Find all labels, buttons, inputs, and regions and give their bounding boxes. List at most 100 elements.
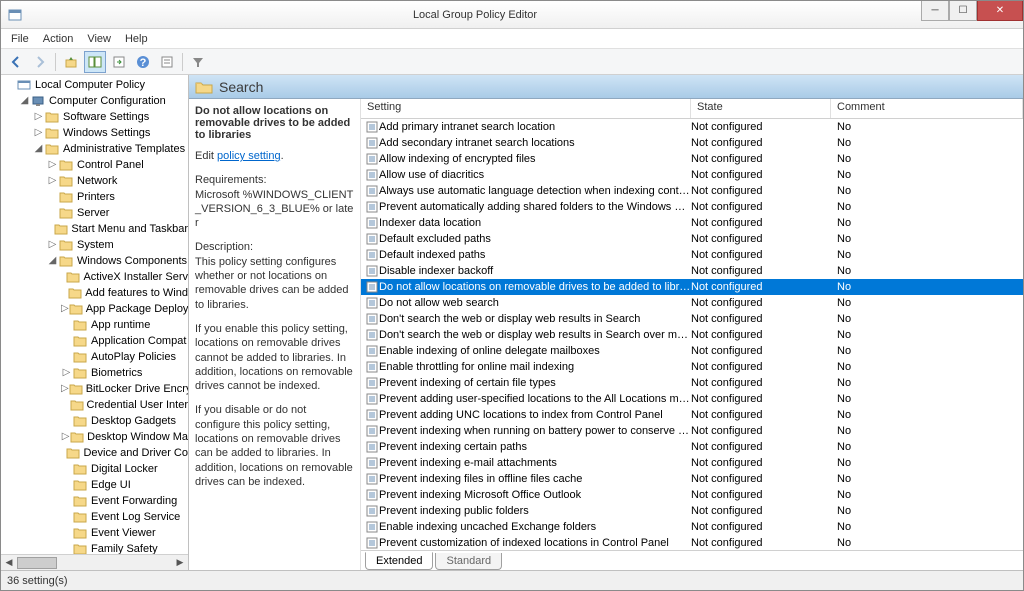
- setting-row[interactable]: Prevent automatically adding shared fold…: [361, 199, 1023, 215]
- tree-expander[interactable]: ▷: [61, 368, 72, 378]
- tree-item[interactable]: Edge UI: [1, 477, 188, 493]
- setting-row[interactable]: Default indexed pathsNot configuredNo: [361, 247, 1023, 263]
- tree-item[interactable]: ▷Network: [1, 173, 188, 189]
- tree-item[interactable]: Credential User Inter: [1, 397, 188, 413]
- tree-item[interactable]: Event Log Service: [1, 509, 188, 525]
- list-body[interactable]: Add primary intranet search location Not …: [361, 119, 1023, 550]
- close-button[interactable]: ✕: [977, 1, 1023, 21]
- setting-state: Not configured: [691, 265, 831, 277]
- tree-expander[interactable]: ▷: [47, 160, 58, 170]
- col-setting[interactable]: Setting: [361, 99, 691, 118]
- tree-item[interactable]: ▷Control Panel: [1, 157, 188, 173]
- setting-row[interactable]: Add primary intranet search locationNot …: [361, 119, 1023, 135]
- folder-open-icon: [195, 80, 213, 94]
- menu-action[interactable]: Action: [37, 31, 80, 47]
- tree-item[interactable]: Server: [1, 205, 188, 221]
- tree-item[interactable]: Digital Locker: [1, 461, 188, 477]
- export-button[interactable]: [108, 51, 130, 73]
- setting-row[interactable]: Enable indexing of online delegate mailb…: [361, 343, 1023, 359]
- list-header: Setting State Comment: [361, 99, 1023, 119]
- tree[interactable]: Local Computer Policy◢Computer Configura…: [1, 75, 188, 554]
- tree-item[interactable]: ▷App Package Deploy: [1, 301, 188, 317]
- filter-button[interactable]: [187, 51, 209, 73]
- tree-expander[interactable]: ▷: [61, 304, 69, 314]
- tree-item[interactable]: ▷Desktop Window Ma: [1, 429, 188, 445]
- setting-icon: [361, 121, 379, 133]
- minimize-button[interactable]: ─: [921, 1, 949, 21]
- tab-extended[interactable]: Extended: [365, 552, 433, 570]
- tree-expander[interactable]: ▷: [33, 112, 44, 122]
- setting-row[interactable]: Do not allow web searchNot configuredNo: [361, 295, 1023, 311]
- setting-name: Add primary intranet search location: [379, 121, 691, 133]
- tree-item[interactable]: ActiveX Installer Serv: [1, 269, 188, 285]
- setting-row[interactable]: Prevent indexing certain pathsNot config…: [361, 439, 1023, 455]
- tree-item[interactable]: Event Forwarding: [1, 493, 188, 509]
- setting-row[interactable]: Prevent customization of indexed locatio…: [361, 535, 1023, 550]
- setting-row[interactable]: Disable indexer backoffNot configuredNo: [361, 263, 1023, 279]
- back-button[interactable]: [5, 51, 27, 73]
- show-tree-button[interactable]: [84, 51, 106, 73]
- tree-item[interactable]: App runtime: [1, 317, 188, 333]
- setting-row[interactable]: Prevent indexing when running on battery…: [361, 423, 1023, 439]
- up-button[interactable]: [60, 51, 82, 73]
- edit-policy-link[interactable]: policy setting: [217, 150, 281, 162]
- tree-expander[interactable]: ▷: [47, 240, 58, 250]
- setting-row[interactable]: Prevent indexing of certain file typesNo…: [361, 375, 1023, 391]
- tree-expander[interactable]: ◢: [47, 256, 58, 266]
- tree-item[interactable]: AutoPlay Policies: [1, 349, 188, 365]
- setting-row[interactable]: Prevent adding user-specified locations …: [361, 391, 1023, 407]
- help-button[interactable]: ?: [132, 51, 154, 73]
- menu-file[interactable]: File: [5, 31, 35, 47]
- forward-button[interactable]: [29, 51, 51, 73]
- setting-row[interactable]: Add secondary intranet search locationsN…: [361, 135, 1023, 151]
- tree-item[interactable]: Desktop Gadgets: [1, 413, 188, 429]
- tree-item[interactable]: Local Computer Policy: [1, 77, 188, 93]
- setting-row[interactable]: Prevent indexing e-mail attachmentsNot c…: [361, 455, 1023, 471]
- tree-expander[interactable]: ▷: [47, 176, 58, 186]
- setting-row[interactable]: Allow use of diacriticsNot configuredNo: [361, 167, 1023, 183]
- setting-row[interactable]: Do not allow locations on removable driv…: [361, 279, 1023, 295]
- tree-item[interactable]: Start Menu and Taskbar: [1, 221, 188, 237]
- tree-item[interactable]: Application Compat: [1, 333, 188, 349]
- setting-row[interactable]: Enable throttling for online mail indexi…: [361, 359, 1023, 375]
- tree-item[interactable]: ▷Software Settings: [1, 109, 188, 125]
- setting-row[interactable]: Prevent indexing public foldersNot confi…: [361, 503, 1023, 519]
- tree-item[interactable]: ▷BitLocker Drive Encry: [1, 381, 188, 397]
- tab-standard[interactable]: Standard: [435, 553, 502, 570]
- tree-item[interactable]: Event Viewer: [1, 525, 188, 541]
- setting-row[interactable]: Enable indexing uncached Exchange folder…: [361, 519, 1023, 535]
- maximize-button[interactable]: ☐: [949, 1, 977, 21]
- svg-text:?: ?: [140, 57, 147, 69]
- tree-item[interactable]: ◢Windows Components: [1, 253, 188, 269]
- tree-expander[interactable]: ▷: [33, 128, 44, 138]
- tree-item[interactable]: ◢Computer Configuration: [1, 93, 188, 109]
- menu-view[interactable]: View: [81, 31, 117, 47]
- setting-row[interactable]: Don't search the web or display web resu…: [361, 311, 1023, 327]
- tree-expander[interactable]: ◢: [33, 144, 44, 154]
- menu-help[interactable]: Help: [119, 31, 154, 47]
- col-state[interactable]: State: [691, 99, 831, 118]
- tree-hscrollbar[interactable]: ◀ ▶: [1, 554, 188, 570]
- col-comment[interactable]: Comment: [831, 99, 1023, 118]
- tree-item[interactable]: Add features to Wind: [1, 285, 188, 301]
- setting-row[interactable]: Allow indexing of encrypted filesNot con…: [361, 151, 1023, 167]
- tree-item[interactable]: ▷Biometrics: [1, 365, 188, 381]
- tree-item[interactable]: ◢Administrative Templates: [1, 141, 188, 157]
- setting-row[interactable]: Prevent adding UNC locations to index fr…: [361, 407, 1023, 423]
- setting-row[interactable]: Don't search the web or display web resu…: [361, 327, 1023, 343]
- setting-row[interactable]: Prevent indexing files in offline files …: [361, 471, 1023, 487]
- tree-item[interactable]: ▷System: [1, 237, 188, 253]
- setting-row[interactable]: Always use automatic language detection …: [361, 183, 1023, 199]
- tree-item[interactable]: Family Safety: [1, 541, 188, 554]
- setting-name: Prevent indexing files in offline files …: [379, 473, 691, 485]
- tree-expander[interactable]: ▷: [61, 432, 70, 442]
- tree-expander[interactable]: ◢: [19, 96, 30, 106]
- tree-item[interactable]: ▷Windows Settings: [1, 125, 188, 141]
- setting-row[interactable]: Default excluded pathsNot configuredNo: [361, 231, 1023, 247]
- properties-button[interactable]: [156, 51, 178, 73]
- tree-item[interactable]: Device and Driver Co: [1, 445, 188, 461]
- setting-row[interactable]: Indexer data locationNot configuredNo: [361, 215, 1023, 231]
- tree-expander[interactable]: ▷: [61, 384, 69, 394]
- tree-item[interactable]: Printers: [1, 189, 188, 205]
- setting-row[interactable]: Prevent indexing Microsoft Office Outloo…: [361, 487, 1023, 503]
